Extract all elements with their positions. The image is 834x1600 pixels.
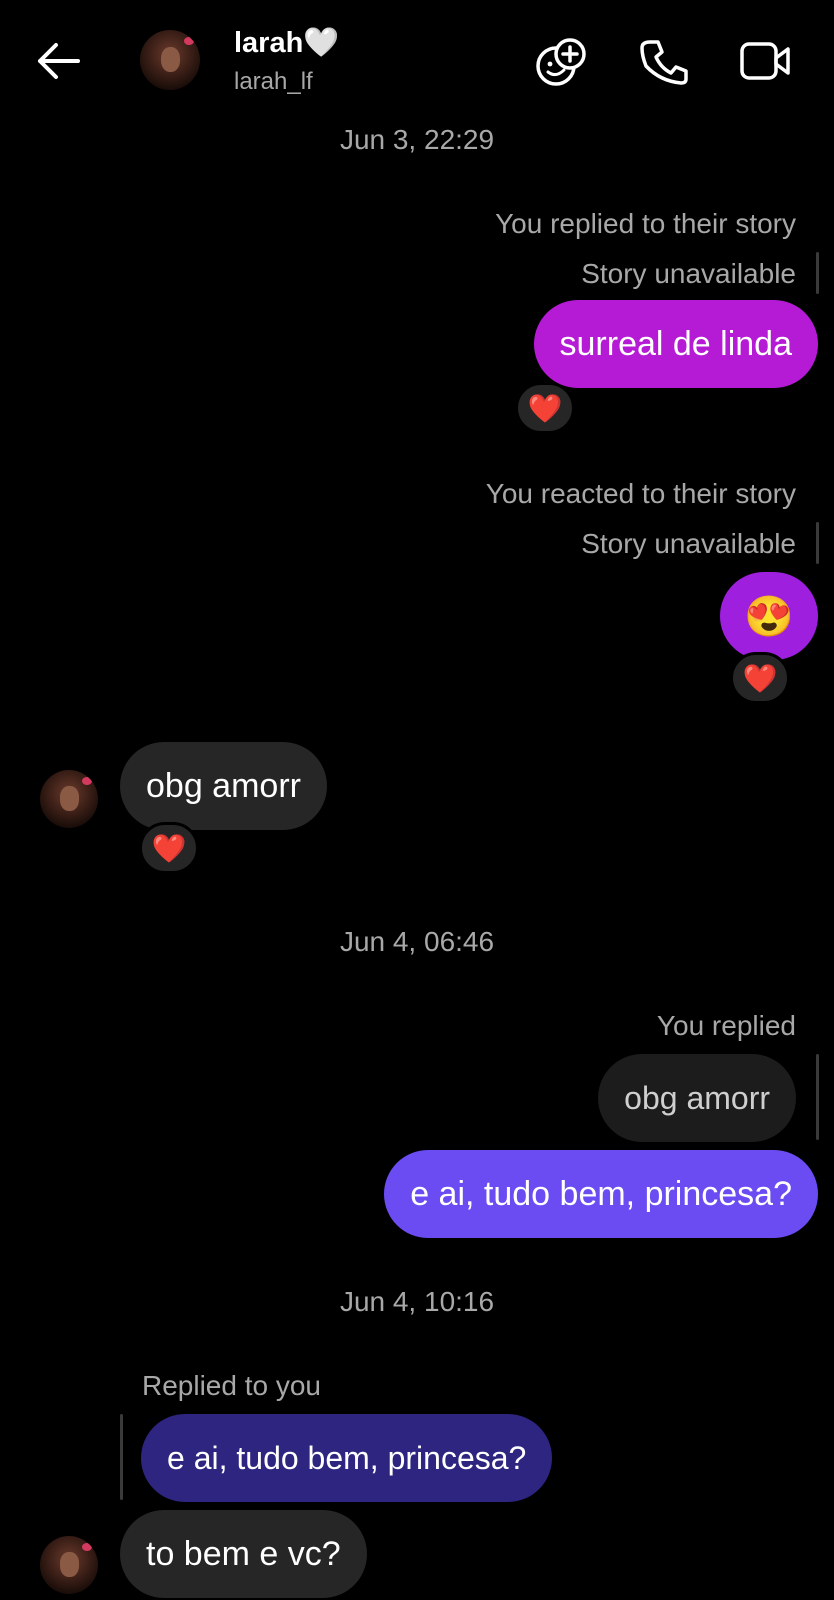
quote-bar bbox=[816, 522, 819, 564]
received-message-bubble[interactable]: obg amorr bbox=[120, 742, 327, 830]
avatar[interactable] bbox=[40, 770, 98, 828]
heart-eyes-emoji: 😍 bbox=[744, 594, 794, 639]
sent-emoji-bubble[interactable]: 😍 bbox=[720, 572, 818, 660]
effects-button[interactable] bbox=[534, 36, 590, 88]
replied-to-you-note: Replied to you bbox=[142, 1370, 322, 1401]
quote-bar bbox=[816, 252, 819, 294]
phone-icon bbox=[640, 40, 688, 85]
quoted-message-bubble[interactable]: e ai, tudo bem, princesa? bbox=[141, 1414, 553, 1502]
contact-name[interactable]: larah🤍 bbox=[234, 26, 339, 60]
timestamp: Jun 4, 06:46 bbox=[339, 926, 495, 957]
avatar[interactable] bbox=[40, 1536, 98, 1594]
timestamp: Jun 3, 22:29 bbox=[339, 124, 495, 155]
quoted-message-bubble[interactable]: obg amorr bbox=[598, 1054, 796, 1142]
red-heart-emoji: ❤️ bbox=[527, 392, 563, 424]
story-unavailable-label: Story unavailable bbox=[581, 258, 796, 289]
sent-message-bubble[interactable]: surreal de linda bbox=[533, 300, 818, 388]
quote-bar bbox=[120, 1414, 123, 1500]
heart-reaction[interactable]: ❤️ bbox=[139, 822, 199, 874]
heart-reaction[interactable]: ❤️ bbox=[730, 652, 790, 704]
chat-header: larah🤍 larah_lf bbox=[0, 0, 834, 120]
audio-call-button[interactable] bbox=[636, 36, 692, 88]
contact-name-text: larah bbox=[234, 27, 304, 59]
contact-username[interactable]: larah_lf bbox=[234, 68, 313, 96]
timestamp: Jun 4, 10:16 bbox=[339, 1286, 495, 1317]
heart-reaction[interactable]: ❤️ bbox=[515, 382, 575, 434]
story-unavailable-label: Story unavailable bbox=[581, 528, 796, 559]
received-message-bubble[interactable]: to bem e vc? bbox=[120, 1510, 367, 1598]
quote-bar bbox=[816, 1054, 819, 1140]
video-camera-icon bbox=[740, 42, 790, 80]
story-reply-note: You replied to their story bbox=[495, 208, 796, 239]
story-reaction-note: You reacted to their story bbox=[485, 478, 796, 509]
back-button[interactable] bbox=[30, 38, 90, 84]
red-heart-emoji: ❤️ bbox=[151, 832, 187, 864]
reply-note: You replied bbox=[656, 1010, 796, 1041]
video-call-button[interactable] bbox=[738, 36, 794, 88]
red-heart-emoji: ❤️ bbox=[742, 662, 778, 694]
arrow-left-icon bbox=[38, 43, 80, 79]
white-heart-icon: 🤍 bbox=[303, 27, 340, 59]
smiley-plus-icon bbox=[536, 38, 586, 86]
avatar[interactable] bbox=[140, 30, 200, 90]
sent-message-bubble[interactable]: e ai, tudo bem, princesa? bbox=[384, 1150, 818, 1238]
